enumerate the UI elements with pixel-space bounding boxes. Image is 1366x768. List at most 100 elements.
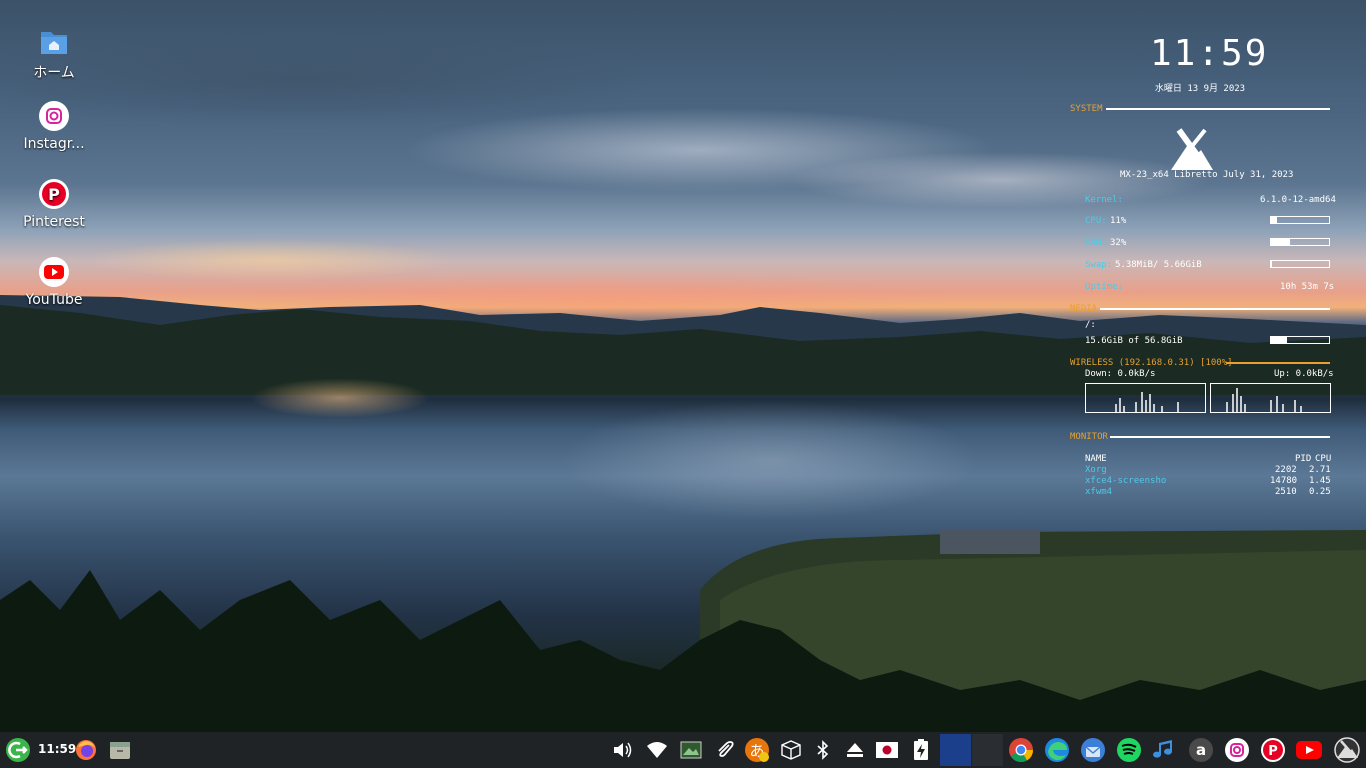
file-manager-launcher[interactable]	[104, 734, 136, 766]
ram-label: RAM:	[1085, 238, 1107, 248]
process-cpu: 1.45	[1309, 476, 1331, 486]
instagram-icon	[38, 100, 70, 132]
screenshot-button[interactable]	[675, 734, 707, 766]
home-folder-icon	[38, 26, 70, 58]
logout-button[interactable]	[2, 734, 34, 766]
svg-text:a: a	[1196, 741, 1206, 759]
volume-button[interactable]	[607, 734, 639, 766]
media-bar-fill	[1271, 337, 1287, 343]
swap-bar	[1270, 260, 1330, 268]
monitor-col-pid: PID	[1295, 454, 1312, 464]
workspace-2[interactable]	[972, 734, 1003, 766]
keyboard-layout-button[interactable]	[871, 734, 903, 766]
svg-text:P: P	[48, 185, 60, 204]
desktop-icon-label: Pinterest	[23, 214, 85, 230]
instagram-icon	[1225, 738, 1249, 762]
process-pid: 14780	[1270, 476, 1298, 486]
workspace-1[interactable]	[940, 734, 971, 766]
desktop-icon-home[interactable]: ホーム	[14, 26, 94, 82]
desktop-icon-label: Instagr...	[23, 136, 85, 152]
ram-bar	[1270, 238, 1330, 246]
divider	[1100, 308, 1330, 310]
foreground-trees	[0, 570, 1366, 732]
logout-icon	[6, 738, 30, 762]
edge-launcher[interactable]	[1041, 734, 1073, 766]
firefox-launcher[interactable]	[70, 734, 102, 766]
firefox-icon	[76, 740, 96, 760]
process-cpu: 2.71	[1309, 465, 1331, 475]
sunset-reflection	[250, 378, 430, 418]
cpu-bar-fill	[1271, 217, 1278, 223]
mx-linux-logo-icon	[1171, 128, 1213, 170]
media-bar	[1270, 336, 1330, 344]
monitor-col-name: NAME	[1085, 454, 1107, 464]
conky-date: 水曜日 13 9月 2023	[1154, 84, 1246, 94]
screenshot-icon	[680, 741, 702, 759]
spotify-icon	[1117, 738, 1141, 762]
thunderbird-icon	[1081, 738, 1105, 762]
desktop-icon-youtube[interactable]: YouTube	[14, 256, 94, 308]
instagram-launcher[interactable]	[1221, 734, 1253, 766]
clipboard-button[interactable]	[709, 734, 741, 766]
pinterest-launcher[interactable]: P	[1257, 734, 1289, 766]
swap-bar-fill	[1271, 261, 1273, 267]
bluetooth-button[interactable]	[807, 734, 839, 766]
input-method-button[interactable]: あ	[741, 734, 773, 766]
thunderbird-launcher[interactable]	[1077, 734, 1109, 766]
mx-tools-launcher[interactable]	[1331, 734, 1363, 766]
process-name: xfce4-screensho	[1085, 476, 1167, 486]
amazon-launcher[interactable]: a	[1185, 734, 1217, 766]
clip-icon	[718, 741, 734, 757]
pinterest-icon: P	[1261, 738, 1285, 762]
media-usage: 15.6GiB of 56.8GiB	[1085, 336, 1183, 346]
youtube-launcher[interactable]	[1293, 734, 1325, 766]
wifi-button[interactable]	[641, 734, 673, 766]
music-icon	[1153, 740, 1172, 758]
bluetooth-icon	[817, 740, 829, 760]
pinterest-icon: P	[38, 178, 70, 210]
process-pid: 2202	[1275, 465, 1297, 475]
spotify-launcher[interactable]	[1113, 734, 1145, 766]
eject-icon	[847, 743, 863, 757]
youtube-icon	[1296, 741, 1322, 759]
uptime-value: 10h 53m 7s	[1280, 282, 1335, 292]
japan-flag-icon	[876, 742, 898, 758]
conky-system-header: SYSTEM	[1070, 104, 1103, 114]
conky-wireless-header: WIRELESS (192.168.0.31) [100%]	[1070, 358, 1233, 368]
desktop-icon-label: YouTube	[25, 292, 83, 308]
desktop-icon-pinterest[interactable]: P Pinterest	[14, 178, 94, 230]
process-pid: 2510	[1275, 487, 1297, 497]
desktop-icon-instagram[interactable]: Instagr...	[14, 100, 94, 152]
divider	[1226, 362, 1330, 364]
wireless-down: Down: 0.0kB/s	[1085, 369, 1156, 379]
process-name: Xorg	[1085, 465, 1107, 475]
divider	[1110, 436, 1330, 438]
cpu-value: 11%	[1110, 216, 1127, 226]
media-mount: /:	[1085, 320, 1096, 330]
mx-logo-icon	[1334, 737, 1360, 763]
svg-text:P: P	[1268, 744, 1278, 759]
swap-label: Swap:	[1085, 260, 1113, 270]
uptime-label: Uptime:	[1085, 282, 1123, 292]
music-player-launcher[interactable]	[1149, 734, 1181, 766]
package-updater-button[interactable]	[775, 734, 807, 766]
battery-button[interactable]	[905, 734, 937, 766]
process-name: xfwm4	[1085, 487, 1113, 497]
wireless-up: Up: 0.0kB/s	[1274, 369, 1334, 379]
youtube-icon	[38, 256, 70, 288]
chrome-launcher[interactable]	[1005, 734, 1037, 766]
kernel-value: 6.1.0-12-amd64	[1260, 195, 1336, 205]
package-icon	[781, 740, 801, 760]
conky-monitor-header: MONITOR	[1070, 432, 1108, 442]
conky-clock: 11:59	[1150, 33, 1269, 74]
amazon-icon: a	[1189, 738, 1213, 762]
monitor-col-cpu: CPU	[1315, 454, 1332, 464]
battery-charging-icon	[914, 739, 928, 760]
file-manager-icon	[110, 742, 130, 759]
process-cpu: 0.25	[1309, 487, 1331, 497]
cpu-label: CPU:	[1085, 216, 1107, 226]
eject-button[interactable]	[839, 734, 871, 766]
upload-graph	[1210, 383, 1331, 413]
swap-value: 5.38MiB/ 5.66GiB	[1115, 260, 1202, 270]
conky-media-header: MEDIA	[1070, 304, 1098, 314]
